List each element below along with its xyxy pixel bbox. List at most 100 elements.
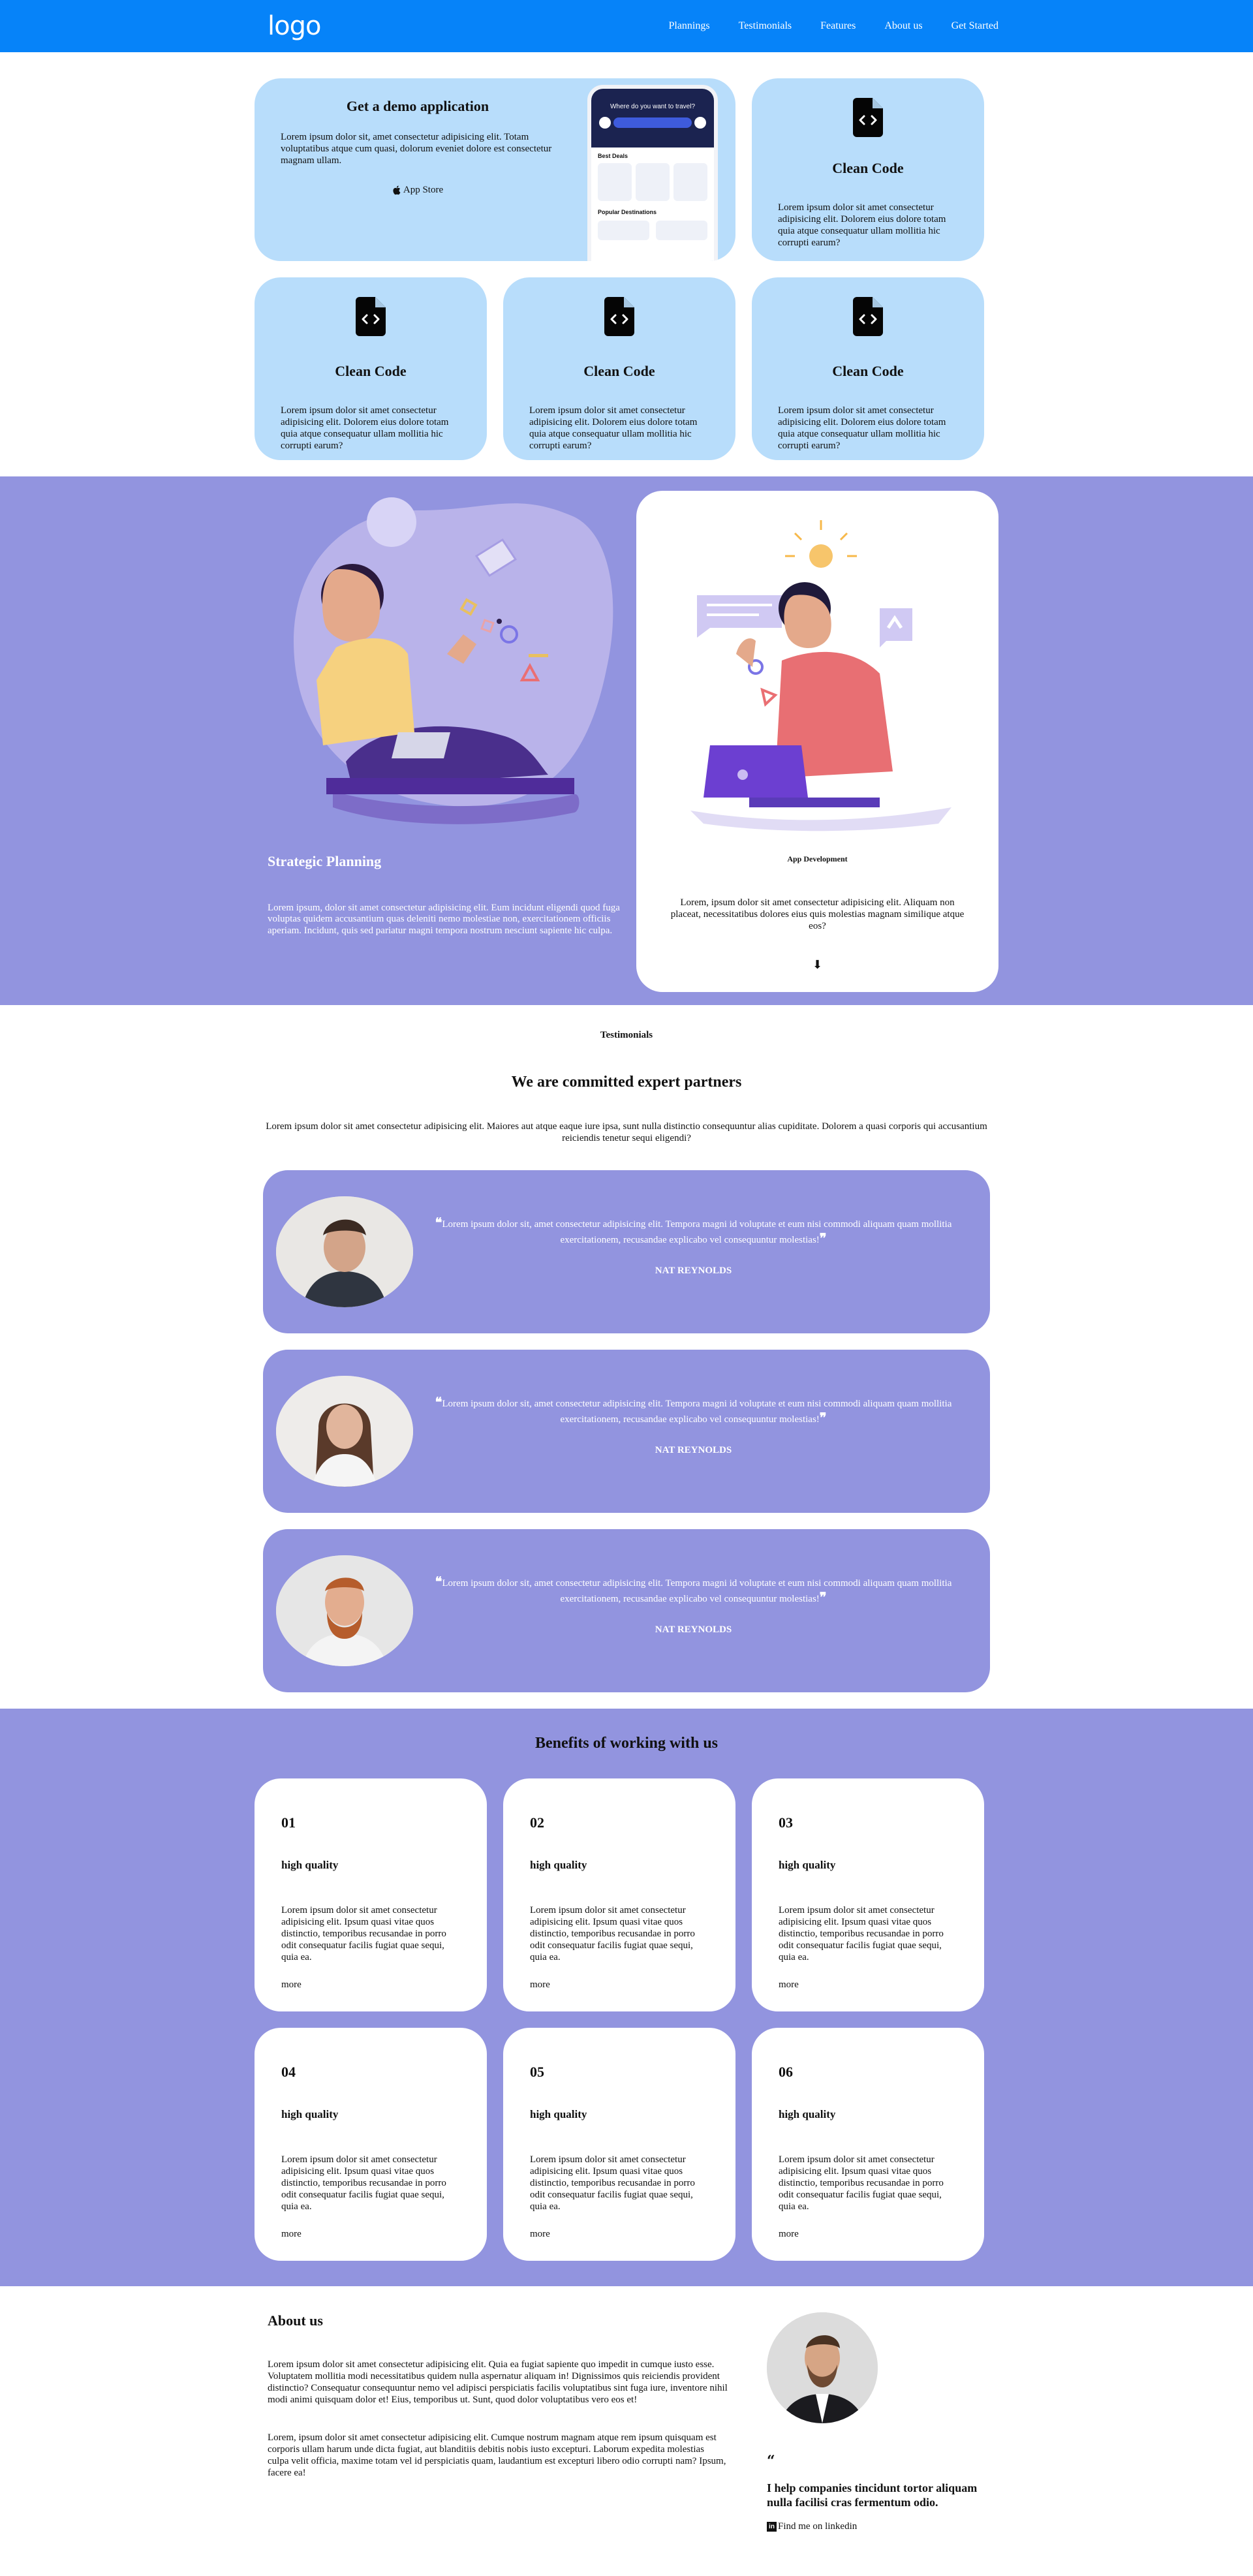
- close-quote-icon: ❞: [819, 1589, 827, 1605]
- feature-title: Clean Code: [335, 363, 407, 379]
- benefit-card: 05 high quality Lorem ipsum dolor sit am…: [503, 2028, 735, 2261]
- phone-menu-icon: [599, 117, 611, 129]
- linkedin-icon: in: [767, 2522, 777, 2532]
- phone-question: Where do you want to travel?: [610, 103, 696, 110]
- more-link[interactable]: more: [281, 2229, 460, 2240]
- testimonials-intro: Lorem ipsum dolor sit amet consectetur a…: [266, 1121, 987, 1143]
- feature-text: Lorem ipsum dolor sit amet consectetur a…: [778, 405, 946, 451]
- benefit-title: high quality: [779, 1859, 836, 1871]
- benefit-title: high quality: [779, 2108, 836, 2120]
- phone-search-bar: [613, 117, 692, 128]
- feature-card: Clean Code Lorem ipsum dolor sit amet co…: [255, 277, 487, 460]
- phone-deal-card: [598, 163, 632, 201]
- testimonial-quote: Lorem ipsum dolor sit, amet consectetur …: [442, 1398, 952, 1425]
- phone-popular: Popular Destinations: [598, 209, 657, 215]
- linkedin-label: Find me on linkedin: [778, 2521, 858, 2532]
- benefit-number: 05: [530, 2064, 544, 2080]
- testimonial-card: ❝Lorem ipsum dolor sit, amet consectetur…: [263, 1529, 990, 1692]
- avatar: [276, 1376, 413, 1487]
- close-quote-icon: ❞: [819, 1409, 827, 1425]
- avatar: [276, 1196, 413, 1307]
- more-link[interactable]: more: [779, 1979, 957, 1991]
- feature-title: Clean Code: [583, 363, 655, 379]
- about-tagline: I help companies tincidunt tortor aliqua…: [767, 2481, 978, 2509]
- benefit-card: 03 high quality Lorem ipsum dolor sit am…: [752, 1778, 984, 2011]
- feature-card: Clean Code Lorem ipsum dolor sit amet co…: [752, 78, 984, 261]
- arrow-down-icon[interactable]: ⬇: [669, 958, 966, 972]
- feature-card: Clean Code Lorem ipsum dolor sit amet co…: [752, 277, 984, 460]
- testimonial-name: NAT REYNOLDS: [655, 1444, 732, 1455]
- benefit-number: 04: [281, 2064, 296, 2080]
- more-link[interactable]: more: [530, 1979, 709, 1991]
- code-file-icon: [604, 297, 634, 336]
- nav-links: Plannings Testimonials Features About us…: [668, 20, 998, 32]
- apple-icon: [393, 185, 401, 195]
- feature-card: Clean Code Lorem ipsum dolor sit amet co…: [503, 277, 735, 460]
- app-development-text: Lorem, ipsum dolor sit amet consectetur …: [670, 897, 965, 931]
- testimonial-name: NAT REYNOLDS: [655, 1265, 732, 1276]
- testimonial-card: ❝Lorem ipsum dolor sit, amet consectetur…: [263, 1170, 990, 1333]
- more-link[interactable]: more: [779, 2229, 957, 2240]
- man-laptop-illustration: [690, 520, 951, 831]
- testimonial-quote: Lorem ipsum dolor sit, amet consectetur …: [442, 1577, 952, 1604]
- more-link[interactable]: more: [281, 1979, 460, 1991]
- about-paragraph: Lorem, ipsum dolor sit amet consectetur …: [268, 2432, 726, 2478]
- feature-text: Lorem ipsum dolor sit amet consectetur a…: [281, 405, 449, 451]
- phone-filter-icon: [694, 117, 706, 129]
- about-section: About us Lorem ipsum dolor sit amet cons…: [268, 2286, 998, 2532]
- open-quote-icon: ❝: [435, 1573, 442, 1589]
- benefits-title: Benefits of working with us: [534, 1735, 719, 1752]
- app-store-label: App Store: [403, 185, 444, 195]
- benefit-text: Lorem ipsum dolor sit amet consectetur a…: [530, 1905, 695, 1963]
- app-development-title: App Development: [787, 854, 848, 863]
- benefit-title: high quality: [530, 2108, 587, 2120]
- benefit-card: 02 high quality Lorem ipsum dolor sit am…: [503, 1778, 735, 2011]
- feature-title: Clean Code: [832, 363, 904, 379]
- feature-text: Lorem ipsum dolor sit amet consectetur a…: [529, 405, 698, 451]
- benefit-title: high quality: [530, 1859, 587, 1871]
- linkedin-link[interactable]: in Find me on linkedin: [767, 2521, 982, 2532]
- avatar: [767, 2312, 878, 2423]
- demo-text: Lorem ipsum dolor sit, amet consectetur …: [281, 132, 552, 166]
- nav-link-features[interactable]: Features: [820, 20, 856, 32]
- testimonial-quote: Lorem ipsum dolor sit, amet consectetur …: [442, 1218, 952, 1245]
- phone-deal-card: [673, 163, 707, 201]
- phone-dest-card: [656, 221, 707, 240]
- strategy-section: Strategic Planning Lorem ipsum, dolor si…: [0, 476, 1253, 1005]
- testimonial-name: NAT REYNOLDS: [655, 1624, 732, 1635]
- code-file-icon: [853, 98, 883, 137]
- benefit-text: Lorem ipsum dolor sit amet consectetur a…: [779, 1905, 944, 1963]
- benefit-title: high quality: [281, 2108, 339, 2120]
- top-nav: logo Plannings Testimonials Features Abo…: [0, 0, 1253, 52]
- benefit-text: Lorem ipsum dolor sit amet consectetur a…: [281, 1905, 446, 1963]
- testimonials-title: We are committed expert partners: [511, 1074, 742, 1091]
- benefit-card: 04 high quality Lorem ipsum dolor sit am…: [255, 2028, 487, 2261]
- more-link[interactable]: more: [530, 2229, 709, 2240]
- logo[interactable]: logo: [268, 11, 321, 41]
- nav-link-about-us[interactable]: About us: [884, 20, 922, 32]
- nav-link-get-started[interactable]: Get Started: [951, 20, 998, 32]
- avatar: [276, 1555, 413, 1666]
- close-quote-icon: ❞: [819, 1230, 827, 1246]
- strategy-title: Strategic Planning: [268, 853, 382, 869]
- benefit-card: 01 high quality Lorem ipsum dolor sit am…: [255, 1778, 487, 2011]
- quote-icon: “: [767, 2453, 775, 2470]
- benefits-section: Benefits of working with us 01 high qual…: [0, 1709, 1253, 2286]
- app-store-link[interactable]: App Store: [392, 185, 443, 196]
- demo-card: Get a demo application Lorem ipsum dolor…: [255, 78, 735, 261]
- code-file-icon: [853, 297, 883, 336]
- nav-link-testimonials[interactable]: Testimonials: [739, 20, 792, 32]
- phone-dest-card: [598, 221, 649, 240]
- benefit-card: 06 high quality Lorem ipsum dolor sit am…: [752, 2028, 984, 2261]
- benefit-text: Lorem ipsum dolor sit amet consectetur a…: [530, 2154, 695, 2212]
- benefit-title: high quality: [281, 1859, 339, 1871]
- benefit-number: 06: [779, 2064, 793, 2080]
- open-quote-icon: ❝: [435, 1393, 442, 1410]
- about-paragraph: Lorem ipsum dolor sit amet consectetur a…: [268, 2359, 728, 2405]
- strategy-text: Lorem ipsum, dolor sit amet consectetur …: [268, 903, 620, 936]
- testimonial-card: ❝Lorem ipsum dolor sit, amet consectetur…: [263, 1350, 990, 1513]
- benefit-text: Lorem ipsum dolor sit amet consectetur a…: [779, 2154, 944, 2212]
- phone-deal-card: [636, 163, 670, 201]
- nav-link-plannings[interactable]: Plannings: [668, 20, 709, 32]
- features-section: Get a demo application Lorem ipsum dolor…: [255, 52, 998, 460]
